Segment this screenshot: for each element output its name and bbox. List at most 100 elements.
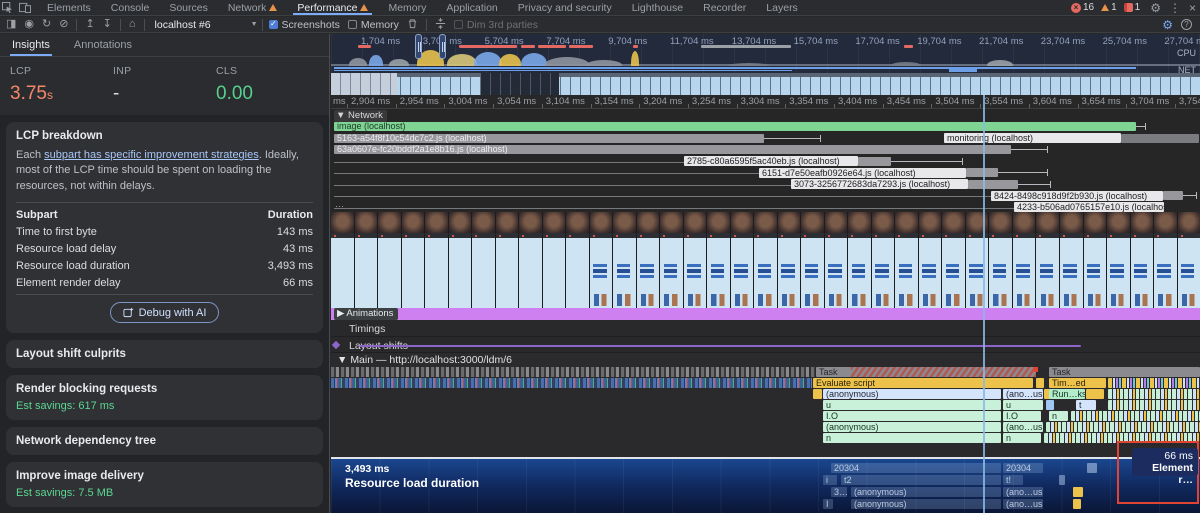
flame-bar[interactable] xyxy=(1046,400,1054,410)
insight-card-improve-image-delivery[interactable]: Improve image deliveryEst savings: 7.5 M… xyxy=(6,462,323,507)
history-select[interactable]: localhost #6 ▼ xyxy=(151,19,262,31)
network-request-label-box[interactable]: 2785-c80a6595f5ac40eb.js (localhost) xyxy=(684,156,858,166)
layout-shifts-track[interactable]: Layout shifts xyxy=(331,337,1200,353)
insight-card-render-blocking-requests[interactable]: Render blocking requestsEst savings: 617… xyxy=(6,375,323,420)
settings-gear-icon[interactable]: ⚙ xyxy=(1146,1,1165,15)
device-toolbar-icon[interactable] xyxy=(19,2,31,13)
animations-track[interactable]: ▶ Animations xyxy=(331,308,1200,320)
filmstrip-frame[interactable] xyxy=(895,212,918,308)
filmstrip-frame[interactable] xyxy=(684,212,707,308)
network-request-bar[interactable] xyxy=(1121,134,1199,143)
network-request-bar[interactable] xyxy=(1163,191,1183,200)
network-request-bar[interactable] xyxy=(968,180,1018,189)
filmstrip-frame[interactable] xyxy=(331,212,354,308)
filmstrip-frame[interactable] xyxy=(1131,212,1154,308)
kebab-menu-icon[interactable]: ⋮ xyxy=(1165,1,1185,15)
animations-track-header[interactable]: ▶ Animations xyxy=(334,308,398,320)
filmstrip-frame[interactable] xyxy=(590,212,613,308)
network-track-header[interactable]: ▼ Network xyxy=(334,110,387,122)
filmstrip-frame[interactable] xyxy=(543,212,566,308)
filmstrip-frame[interactable] xyxy=(989,212,1012,308)
flame-bar[interactable] xyxy=(1108,378,1200,388)
tab-elements[interactable]: Elements xyxy=(37,0,101,15)
network-request-label-box[interactable]: 8424-8498c918d9f2b930.js (localhost) xyxy=(991,191,1163,201)
flame-bar-t[interactable]: t xyxy=(1076,400,1096,410)
filmstrip-frame[interactable] xyxy=(754,212,777,308)
table-row[interactable]: Resource load duration3,493 ms xyxy=(16,257,313,274)
record-and-reload-icon[interactable]: ↻ xyxy=(42,19,51,30)
filmstrip-frame[interactable] xyxy=(378,212,401,308)
network-request-bar[interactable] xyxy=(334,122,1136,131)
warning-badge[interactable]: 1 xyxy=(1101,2,1117,13)
flame-bar-evaluatescript[interactable]: Evaluate script xyxy=(813,378,1033,388)
flame-bar[interactable] xyxy=(1108,400,1200,410)
tab-privacy-and-security[interactable]: Privacy and security xyxy=(508,0,622,15)
filmstrip-frame[interactable] xyxy=(519,212,542,308)
live-metrics-icon[interactable]: ⌂ xyxy=(129,19,136,30)
lcp-breakdown-card[interactable]: LCP breakdown Each subpart has specific … xyxy=(6,122,323,333)
flame-bar[interactable] xyxy=(1071,411,1200,421)
network-request-label-box[interactable]: 6151-d7e50eafb0926e64.js (localhost) xyxy=(759,168,966,178)
filmstrip-frame[interactable] xyxy=(1060,212,1083,308)
flame-bar-u[interactable]: u xyxy=(823,400,1001,410)
sidebar-tab-annotations[interactable]: Annotations xyxy=(64,34,142,56)
memory-checkbox[interactable]: Memory xyxy=(348,19,399,31)
download-profile-icon[interactable]: ↧ xyxy=(103,19,112,30)
flame-bar-task[interactable]: Task xyxy=(1049,367,1200,377)
filmstrip-frame[interactable] xyxy=(919,212,942,308)
selection-handle[interactable] xyxy=(415,34,422,59)
flame-bar[interactable] xyxy=(1036,378,1044,388)
filmstrip-frame[interactable] xyxy=(801,212,824,308)
table-row[interactable]: Time to first byte143 ms xyxy=(16,223,313,240)
flame-bar-timed[interactable]: Tim…ed xyxy=(1049,378,1106,388)
flame-bar[interactable] xyxy=(1108,389,1200,399)
filmstrip-frame[interactable] xyxy=(355,212,378,308)
flame-bar[interactable] xyxy=(1086,389,1104,399)
tab-memory[interactable]: Memory xyxy=(378,0,436,15)
network-request-bar[interactable] xyxy=(966,168,998,177)
filmstrip-frame[interactable] xyxy=(566,212,589,308)
filmstrip-frame[interactable] xyxy=(872,212,895,308)
tab-console[interactable]: Console xyxy=(101,0,160,15)
filmstrip-frame[interactable] xyxy=(613,212,636,308)
filmstrip-frame[interactable] xyxy=(942,212,965,308)
filmstrip-frame[interactable] xyxy=(449,212,472,308)
filmstrip-frame[interactable] xyxy=(1107,212,1130,308)
flame-bar-runks[interactable]: Run…ks xyxy=(1049,389,1085,399)
flame-bar-anous[interactable]: (ano…us) xyxy=(1003,422,1043,432)
flame-bar-anonymous[interactable]: (anonymous) xyxy=(823,422,1001,432)
flame-bar[interactable] xyxy=(1046,422,1200,432)
flame-bar-n[interactable]: n xyxy=(1003,433,1041,443)
close-devtools-icon[interactable]: × xyxy=(1185,1,1200,15)
playhead-line[interactable] xyxy=(983,95,985,513)
flame-bar-io[interactable]: I.O xyxy=(823,411,1001,421)
network-request-bar[interactable] xyxy=(858,157,891,166)
record-icon[interactable]: ◉ xyxy=(24,19,34,30)
upload-profile-icon[interactable]: ↥ xyxy=(85,19,94,30)
toggle-sidebar-icon[interactable]: ◨ xyxy=(6,19,16,30)
filmstrip-frame[interactable] xyxy=(1178,212,1200,308)
filmstrip-frame[interactable] xyxy=(1154,212,1177,308)
flame-bar-io[interactable]: I.O xyxy=(1003,411,1041,421)
debug-with-ai-button[interactable]: Debug with AI xyxy=(110,302,220,323)
flame-bar[interactable] xyxy=(813,389,822,399)
tab-application[interactable]: Application xyxy=(436,0,507,15)
dim-3rd-parties-checkbox[interactable]: Dim 3rd parties xyxy=(454,19,538,31)
network-request-label-box[interactable]: 3073-3256772683da7293.js (localhost) xyxy=(791,179,968,189)
network-request-label-box[interactable]: 4233-b506ad0765157e10.js (localhost) xyxy=(1014,202,1164,212)
network-overflow-indicator[interactable]: ⋯ xyxy=(335,201,344,212)
flame-bar-n[interactable]: n xyxy=(823,433,1001,443)
timeline-overview[interactable]: CPU NET 1,704 ms3,704 ms5,704 ms7,704 ms… xyxy=(331,34,1200,95)
clear-icon[interactable]: ⊘ xyxy=(59,19,68,30)
filmstrip-frame[interactable] xyxy=(1084,212,1107,308)
filmstrip-frame[interactable] xyxy=(731,212,754,308)
insight-card-network-dependency-tree[interactable]: Network dependency tree xyxy=(6,427,323,455)
tab-recorder[interactable]: Recorder xyxy=(693,0,756,15)
network-request-label-box[interactable]: monitoring (localhost) xyxy=(944,133,1121,143)
flame-bar-anous[interactable]: (ano…us) xyxy=(1003,389,1043,399)
filmstrip-frame[interactable] xyxy=(472,212,495,308)
error-badge[interactable]: ×16 xyxy=(1071,2,1094,13)
tab-lighthouse[interactable]: Lighthouse xyxy=(622,0,693,15)
selection-handle[interactable] xyxy=(439,34,446,59)
tab-network[interactable]: Network xyxy=(218,0,288,15)
